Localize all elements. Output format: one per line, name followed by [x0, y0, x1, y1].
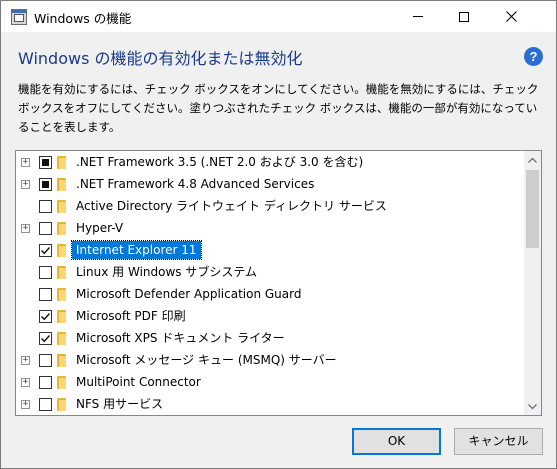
feature-label[interactable]: Microsoft Defender Application Guard	[72, 285, 305, 303]
feature-checkbox[interactable]	[39, 376, 52, 389]
title-bar: Windows の機能	[1, 1, 556, 32]
feature-row[interactable]: + .NET Framework 3.5 (.NET 2.0 および 3.0 を含…	[16, 151, 526, 173]
feature-checkbox[interactable]	[39, 244, 52, 257]
dialog-description: 機能を有効にするには、チェック ボックスをオンにしてください。機能を無効にするに…	[18, 82, 539, 134]
expand-icon[interactable]: +	[21, 224, 30, 233]
feature-label[interactable]: Internet Explorer 11	[71, 240, 202, 260]
feature-checkbox[interactable]	[39, 288, 52, 301]
feature-checkbox[interactable]	[39, 178, 52, 191]
scrollbar-thumb[interactable]	[526, 170, 539, 248]
feature-checkbox[interactable]	[39, 310, 52, 323]
ok-button[interactable]: OK	[352, 428, 441, 455]
expand-icon[interactable]: +	[21, 400, 30, 409]
folder-icon	[57, 266, 66, 279]
feature-row[interactable]: + MultiPoint Connector	[16, 371, 526, 393]
feature-label[interactable]: Microsoft XPS ドキュメント ライター	[72, 329, 289, 347]
feature-row[interactable]: Microsoft PDF 印刷	[16, 305, 526, 327]
chevron-down-icon	[528, 403, 537, 409]
features-tree[interactable]: + .NET Framework 3.5 (.NET 2.0 および 3.0 を含…	[15, 150, 542, 416]
feature-row[interactable]: + .NET Framework 4.8 Advanced Services	[16, 173, 526, 195]
feature-row[interactable]: + Hyper-V	[16, 217, 526, 239]
feature-checkbox[interactable]	[39, 222, 52, 235]
feature-row[interactable]: Microsoft XPS ドキュメント ライター	[16, 327, 526, 349]
folder-icon	[57, 200, 66, 213]
folder-icon	[57, 398, 66, 411]
cancel-button[interactable]: キャンセル	[454, 428, 543, 455]
folder-icon	[57, 244, 66, 257]
minimize-button[interactable]	[395, 1, 441, 32]
window-title: Windows の機能	[34, 11, 132, 26]
expand-icon[interactable]: +	[21, 158, 30, 167]
maximize-button[interactable]	[441, 1, 487, 32]
feature-label[interactable]: Microsoft メッセージ キュー (MSMQ) サーバー	[72, 351, 341, 369]
feature-label[interactable]: Active Directory ライトウェイト ディレクトリ サービス	[72, 197, 391, 215]
folder-icon	[57, 288, 66, 301]
expand-icon[interactable]: +	[21, 180, 30, 189]
folder-icon	[57, 156, 66, 169]
windows-features-app-icon	[11, 9, 27, 25]
feature-label[interactable]: NFS 用サービス	[72, 395, 167, 413]
close-button[interactable]	[488, 1, 534, 32]
feature-row[interactable]: + Microsoft メッセージ キュー (MSMQ) サーバー	[16, 349, 526, 371]
maximize-icon	[459, 11, 469, 22]
feature-label[interactable]: Hyper-V	[72, 219, 127, 237]
feature-row[interactable]: + NFS 用サービス	[16, 393, 526, 415]
folder-icon	[57, 332, 66, 345]
feature-checkbox[interactable]	[39, 354, 52, 367]
feature-label[interactable]: .NET Framework 4.8 Advanced Services	[72, 175, 318, 193]
dialog-heading: Windows の機能の有効化または無効化	[18, 49, 303, 68]
feature-row[interactable]: Internet Explorer 11	[16, 239, 526, 261]
feature-checkbox[interactable]	[39, 156, 52, 169]
minimize-icon	[413, 16, 423, 17]
feature-label[interactable]: .NET Framework 3.5 (.NET 2.0 および 3.0 を含む…	[72, 153, 367, 171]
help-icon[interactable]: ?	[524, 47, 543, 66]
feature-checkbox[interactable]	[39, 200, 52, 213]
close-icon	[505, 11, 517, 22]
feature-checkbox[interactable]	[39, 332, 52, 345]
folder-icon	[57, 376, 66, 389]
feature-checkbox[interactable]	[39, 398, 52, 411]
scroll-down-button[interactable]	[524, 398, 541, 415]
folder-icon	[57, 354, 66, 367]
folder-icon	[57, 178, 66, 191]
feature-label[interactable]: Linux 用 Windows サブシステム	[72, 263, 261, 281]
feature-row[interactable]: Microsoft Defender Application Guard	[16, 283, 526, 305]
folder-icon	[57, 222, 66, 235]
feature-row[interactable]: Linux 用 Windows サブシステム	[16, 261, 526, 283]
feature-row[interactable]: Active Directory ライトウェイト ディレクトリ サービス	[16, 195, 526, 217]
vertical-scrollbar[interactable]	[524, 151, 541, 415]
folder-icon	[57, 310, 66, 323]
scroll-up-button[interactable]	[524, 151, 541, 168]
feature-label[interactable]: MultiPoint Connector	[72, 373, 205, 391]
chevron-up-icon	[528, 157, 537, 163]
feature-checkbox[interactable]	[39, 266, 52, 279]
expand-icon[interactable]: +	[21, 378, 30, 387]
feature-label[interactable]: Microsoft PDF 印刷	[72, 307, 190, 325]
expand-icon[interactable]: +	[21, 356, 30, 365]
windows-features-dialog: Windows の機能 Windows の機能の有効化または無効化 ? 機能を有…	[0, 0, 557, 469]
